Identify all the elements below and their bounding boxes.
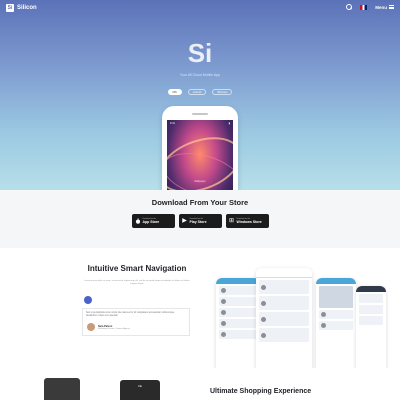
store-name: App Store [142,220,160,225]
store-name: Windows Store [236,220,262,225]
avatar [261,284,266,290]
hero-phone-mockup: 9:41 ▮ Wallpaper [162,106,238,190]
testimonial-card: Sed ut perspiciatis unde omnis iste natu… [82,308,190,336]
nav-right: Menu [346,4,394,10]
list-item [219,297,257,306]
navigation-title: Intuitive Smart Navigation [87,264,187,273]
brand-logo[interactable]: Si Silicon [6,4,37,12]
store-buttons: Download on the App Store ▶ Download on … [130,214,270,228]
avatar [221,332,226,337]
phone-screen: 9:41 ▮ Wallpaper [167,120,233,190]
shop-phone-left [44,378,80,400]
play-store-button[interactable]: ▶ Download on the Play Store [178,214,222,228]
list-item [219,308,257,317]
avatar [321,323,326,328]
avatar [221,299,226,304]
mini-phone-far-right [356,286,386,378]
list-item [259,280,309,294]
list-item [219,286,257,295]
battery-icon: ▮ [228,122,230,125]
tab-ios[interactable]: iOS [167,89,182,95]
phone-status-bar: 9:41 ▮ [170,122,230,125]
avatar [321,312,326,317]
apple-icon [135,218,141,224]
windows-icon: ⊞ [228,218,235,224]
menu-label: Menu [375,4,387,10]
shopping-section: Ink Ultimate Shopping Experience [0,368,400,400]
list-item [319,310,353,319]
play-icon: ▶ [182,218,187,224]
download-title: Download From Your Store [151,198,249,207]
tab-android[interactable]: Android [187,89,207,95]
mini-phone-right [316,278,356,378]
store-name: Play Store [189,220,207,225]
search-icon[interactable] [346,4,353,10]
shop-phone-right: Ink [120,380,160,400]
avatar [261,300,266,306]
list-item [359,316,383,325]
testimonial-quote: Sed ut perspiciatis unde omnis iste natu… [86,312,175,317]
windows-store-button[interactable]: ⊞ Download on the Windows Store [225,214,269,228]
hero-tagline: Your All Cloud Mobile App [179,73,221,77]
list-item [359,294,383,303]
phone-label: Wallpaper [194,180,206,183]
avatar [261,332,266,338]
menu-button[interactable]: Menu [375,5,394,10]
shop-phone-label: Ink [137,384,142,388]
author-role: Marketing Director, Creative Agency [98,327,130,330]
brand-name: Silicon [17,5,37,11]
list-item [359,305,383,314]
hamburger-icon [389,5,394,9]
platform-tabs: iOS Android Windows [160,89,240,97]
brand-mark: Si [6,4,14,12]
shopping-title: Ultimate Shopping Experience [210,388,312,395]
list-item [259,328,309,342]
phone-time: 9:41 [170,122,175,125]
list-item [259,312,309,326]
avatar [221,288,226,293]
tab-windows[interactable]: Windows [212,89,233,95]
list-item [259,296,309,310]
hero-logo: Si [187,38,213,68]
mini-phone-left [216,278,260,378]
card [319,286,353,308]
app-header-bar [256,268,312,278]
avatar [87,323,95,331]
testimonial-author: Sara Palcon Marketing Director, Creative… [87,323,130,331]
language-flag-icon[interactable] [360,4,368,10]
app-store-button[interactable]: Download on the App Store [131,214,175,228]
list-item [219,319,257,328]
app-header-bar [216,278,260,284]
app-header-bar [316,278,356,284]
mini-phone-center [256,268,312,378]
navigation-phone-cluster [216,268,386,378]
avatar [221,310,226,315]
app-header-bar [356,286,386,292]
list-item [219,330,257,339]
phone-speaker [192,113,208,115]
download-section: Download From Your Store Download on the… [0,190,400,248]
brand-badge-icon [84,296,92,304]
navbar: Si Silicon Menu [0,0,400,16]
navigation-description: Lorem ipsum dolor sit amet, consectetur … [84,280,190,286]
avatar [261,316,266,322]
hero-section: Si Silicon Menu Si Your All Cloud Mobile… [0,0,400,190]
list-item [319,321,353,330]
avatar [221,321,226,326]
